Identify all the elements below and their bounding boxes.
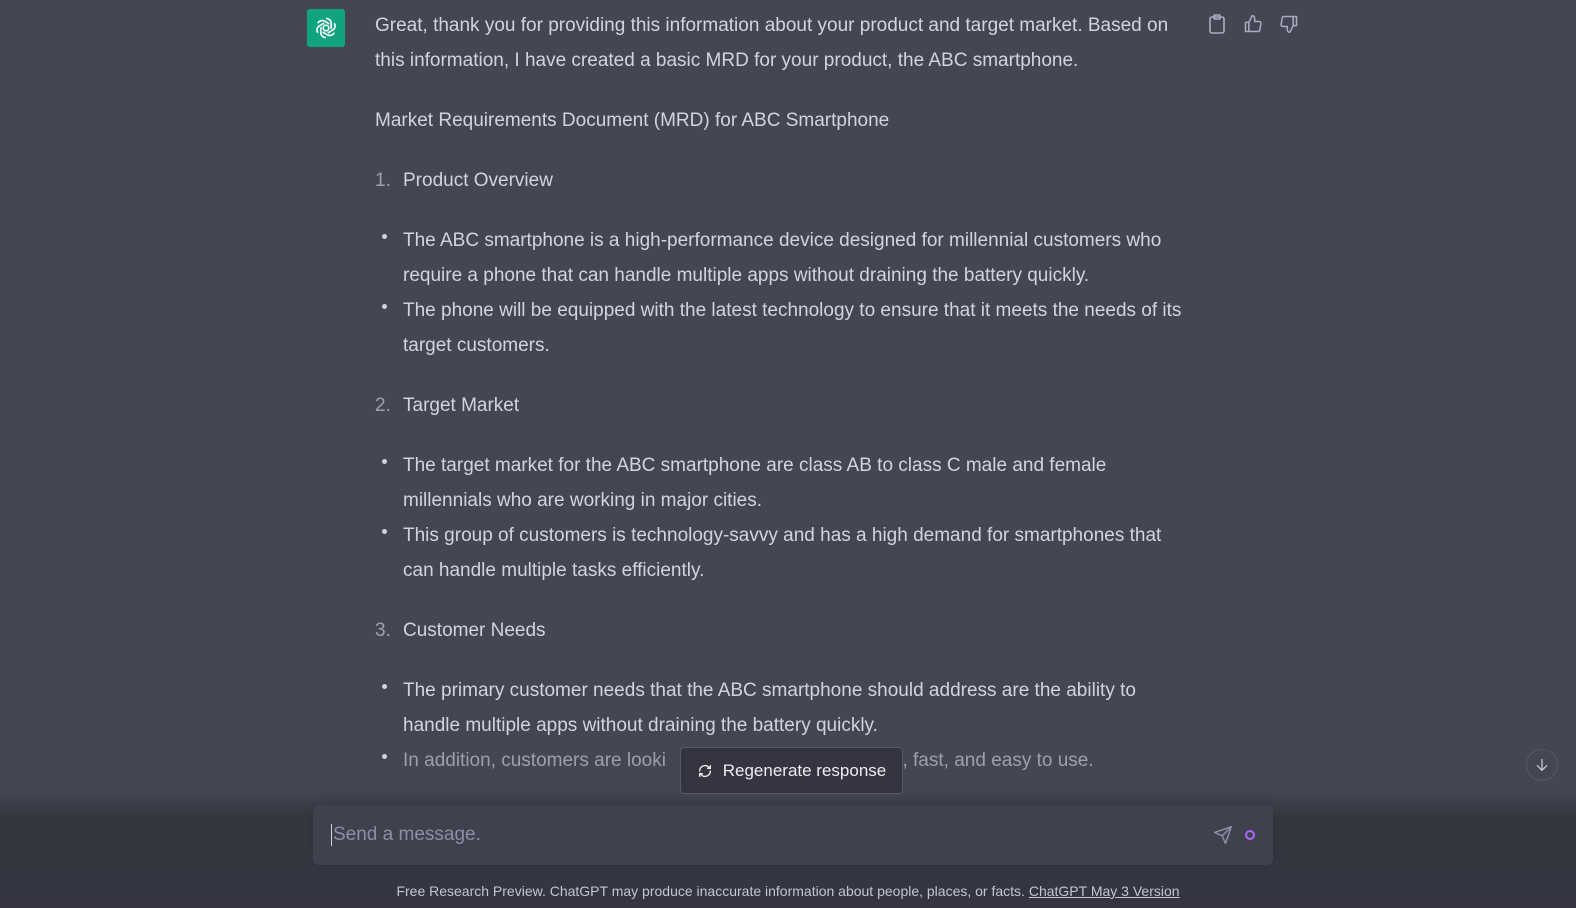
status-indicator — [1245, 830, 1255, 840]
version-link[interactable]: ChatGPT May 3 Version — [1029, 883, 1180, 899]
copy-button[interactable] — [1205, 12, 1229, 36]
thumbs-up-icon — [1244, 14, 1262, 33]
refresh-icon — [698, 764, 711, 777]
bullet-list: The target market for the ABC smartphone… — [375, 448, 1193, 588]
bullet-list: The ABC smartphone is a high-performance… — [375, 223, 1193, 363]
section-title: Target Market — [403, 395, 520, 416]
clipboard-icon — [1209, 14, 1225, 34]
assistant-message: Great, thank you for providing this info… — [375, 8, 1193, 803]
assistant-avatar — [307, 9, 345, 47]
chat-page: Great, thank you for providing this info… — [0, 0, 1576, 908]
section-heading: 1. Product Overview — [375, 163, 1193, 198]
section-title: Customer Needs — [403, 620, 546, 641]
message-composer — [313, 805, 1273, 865]
send-button[interactable] — [1209, 821, 1237, 849]
arrow-down-icon — [1536, 759, 1548, 771]
regenerate-label: Regenerate response — [722, 760, 887, 780]
send-icon — [1213, 825, 1233, 845]
document-title: Market Requirements Document (MRD) for A… — [375, 110, 890, 131]
bullet-item: The phone will be equipped with the late… — [375, 293, 1193, 363]
intro-paragraph: Great, thank you for providing this info… — [375, 15, 1169, 71]
scroll-to-bottom-button[interactable] — [1526, 749, 1558, 781]
section-number: 1. — [375, 170, 391, 191]
section-number: 3. — [375, 620, 391, 641]
bullet-item: This group of customers is technology-sa… — [375, 518, 1193, 588]
bullet-item: The target market for the ABC smartphone… — [375, 448, 1193, 518]
section-title: Product Overview — [403, 170, 553, 191]
section-heading: 2. Target Market — [375, 388, 1193, 423]
footer-disclaimer: Free Research Preview. ChatGPT may produ… — [0, 883, 1576, 899]
footer-text: Free Research Preview. ChatGPT may produ… — [396, 883, 1029, 899]
message-actions — [1205, 12, 1301, 36]
section-heading: 3. Customer Needs — [375, 613, 1193, 648]
regenerate-response-button[interactable]: Regenerate response — [680, 747, 903, 794]
openai-logo-icon — [316, 17, 336, 39]
message-input[interactable] — [331, 824, 1209, 846]
thumbs-down-button[interactable] — [1277, 12, 1301, 36]
bullet-item: The ABC smartphone is a high-performance… — [375, 223, 1193, 293]
thumbs-down-icon — [1280, 15, 1298, 34]
bullet-item: The primary customer needs that the ABC … — [375, 673, 1193, 743]
thumbs-up-button[interactable] — [1241, 12, 1265, 36]
section-number: 2. — [375, 395, 391, 416]
